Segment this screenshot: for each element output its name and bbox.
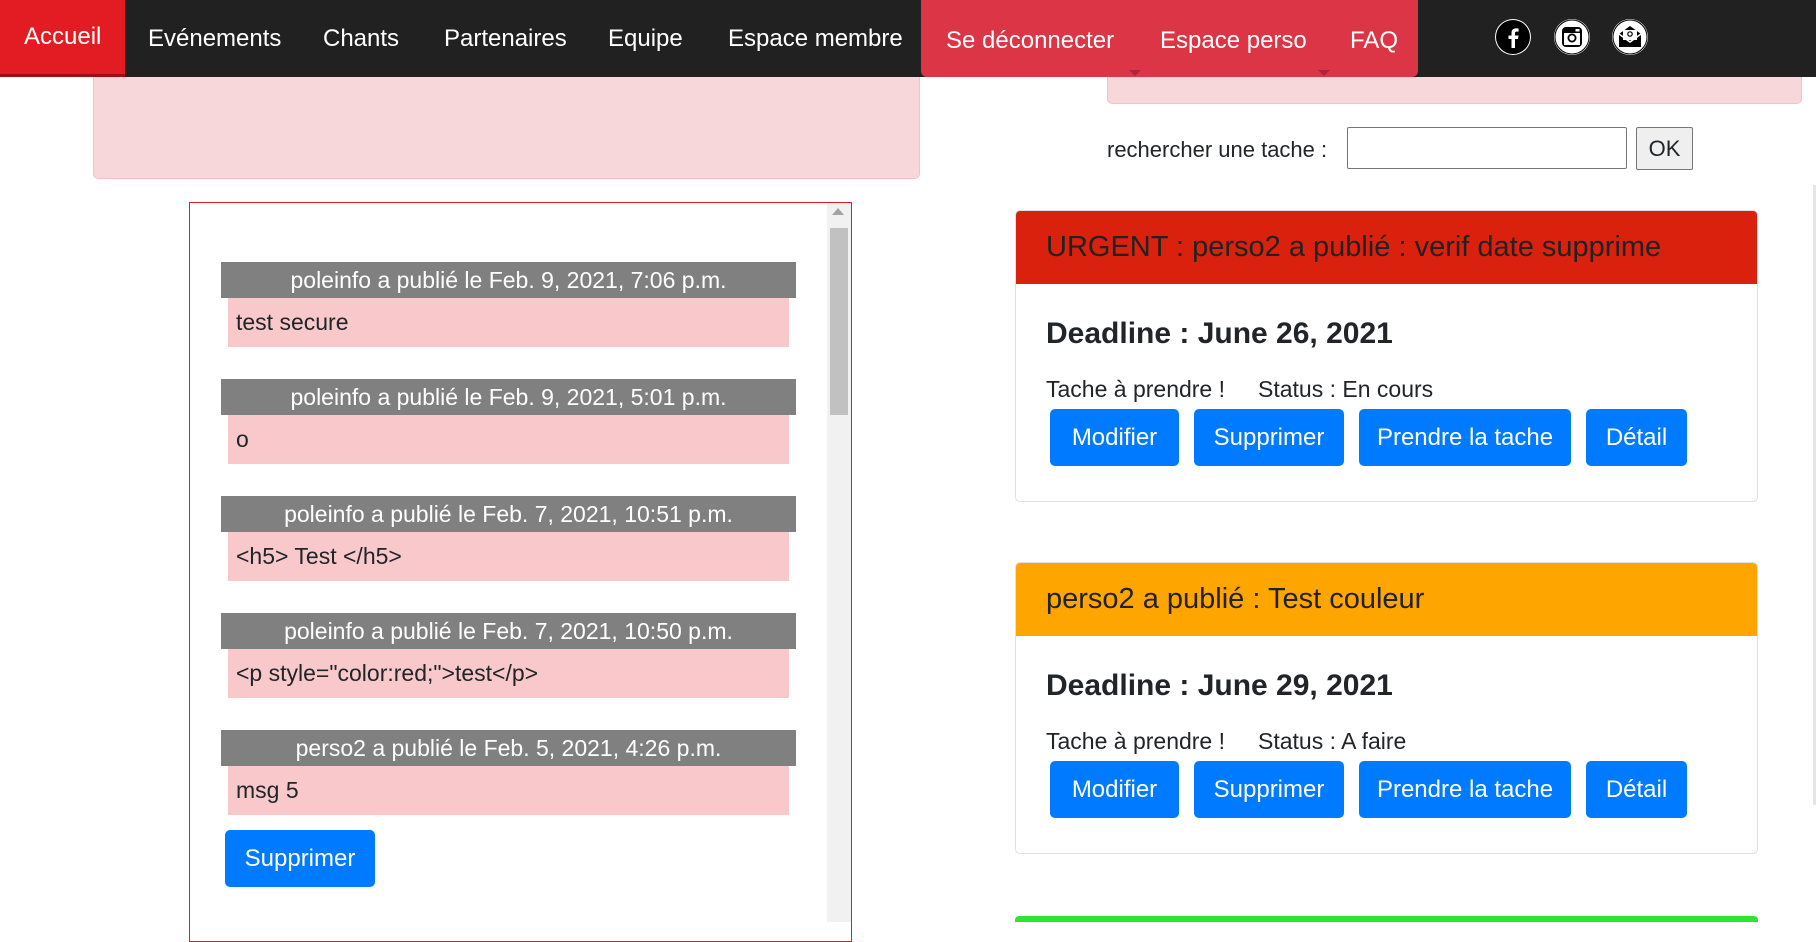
nav-faq[interactable]: FAQ	[1350, 2, 1398, 79]
message-body: <h5> Test </h5>	[228, 532, 789, 581]
task-card: URGENT : perso2 a publié : verif date su…	[1015, 210, 1758, 502]
task-deadline: Deadline : June 29, 2021	[1046, 669, 1393, 702]
message-header: poleinfo a publié le Feb. 7, 2021, 10:51…	[221, 496, 796, 532]
message-header: poleinfo a publié le Feb. 9, 2021, 7:06 …	[221, 262, 796, 298]
take-task-button[interactable]: Prendre la tache	[1359, 409, 1571, 466]
scroll-thumb[interactable]	[830, 228, 848, 415]
modify-task-button[interactable]: Modifier	[1050, 761, 1179, 818]
task-title: URGENT : perso2 a publié : verif date su…	[1016, 211, 1757, 284]
message-header: poleinfo a publié le Feb. 9, 2021, 5:01 …	[221, 379, 796, 415]
alert-panel-left	[93, 77, 920, 179]
delete-task-button[interactable]: Supprimer	[1194, 409, 1344, 466]
top-navbar: Accueil Evénements Chants Partenaires Eq…	[0, 0, 1816, 77]
task-card-header-partial	[1015, 916, 1758, 922]
message-body: test secure	[228, 298, 789, 347]
nav-chants[interactable]: Chants	[323, 0, 399, 77]
task-title: perso2 a publié : Test couleur	[1016, 563, 1757, 636]
nav-equipe[interactable]: Equipe	[608, 0, 683, 77]
alert-panel-right	[1107, 77, 1802, 104]
nav-partenaires[interactable]: Partenaires	[444, 0, 567, 77]
task-detail-button[interactable]: Détail	[1586, 761, 1687, 818]
delete-task-button[interactable]: Supprimer	[1194, 761, 1344, 818]
task-card: perso2 a publié : Test couleur Deadline …	[1015, 562, 1758, 854]
message-body: <p style="color:red;">test</p>	[228, 649, 789, 698]
message-body: o	[228, 415, 789, 464]
scroll-up-arrow-icon[interactable]	[832, 208, 844, 215]
nav-accueil[interactable]: Accueil	[0, 0, 126, 77]
nav-evenements[interactable]: Evénements	[148, 0, 281, 77]
message-header: perso2 a publié le Feb. 5, 2021, 4:26 p.…	[221, 730, 796, 766]
dropdown-caret-icon	[1129, 70, 1141, 76]
task-take-label: Tache à prendre !	[1046, 376, 1226, 402]
task-status: Status : En cours	[1258, 376, 1434, 402]
nav-se-deconnecter[interactable]: Se déconnecter	[946, 2, 1114, 79]
delete-messages-button[interactable]: Supprimer	[225, 830, 375, 887]
search-label: rechercher une tache :	[1107, 137, 1328, 162]
nav-espace-membre[interactable]: Espace membre	[728, 0, 903, 77]
search-ok-button[interactable]: OK	[1636, 127, 1693, 170]
modify-task-button[interactable]: Modifier	[1050, 409, 1179, 466]
task-status: Status : A faire	[1258, 728, 1407, 754]
nav-espace-perso[interactable]: Espace perso	[1160, 2, 1307, 79]
facebook-icon[interactable]	[1495, 19, 1531, 55]
search-input[interactable]	[1347, 127, 1627, 169]
dropdown-caret-icon	[1318, 70, 1330, 76]
instagram-icon[interactable]	[1554, 19, 1590, 55]
take-task-button[interactable]: Prendre la tache	[1359, 761, 1571, 818]
task-take-label: Tache à prendre !	[1046, 728, 1226, 754]
mail-icon[interactable]	[1612, 19, 1648, 55]
task-deadline: Deadline : June 26, 2021	[1046, 317, 1393, 350]
task-detail-button[interactable]: Détail	[1586, 409, 1687, 466]
message-body: msg 5	[228, 766, 789, 815]
message-header: poleinfo a publié le Feb. 7, 2021, 10:50…	[221, 613, 796, 649]
